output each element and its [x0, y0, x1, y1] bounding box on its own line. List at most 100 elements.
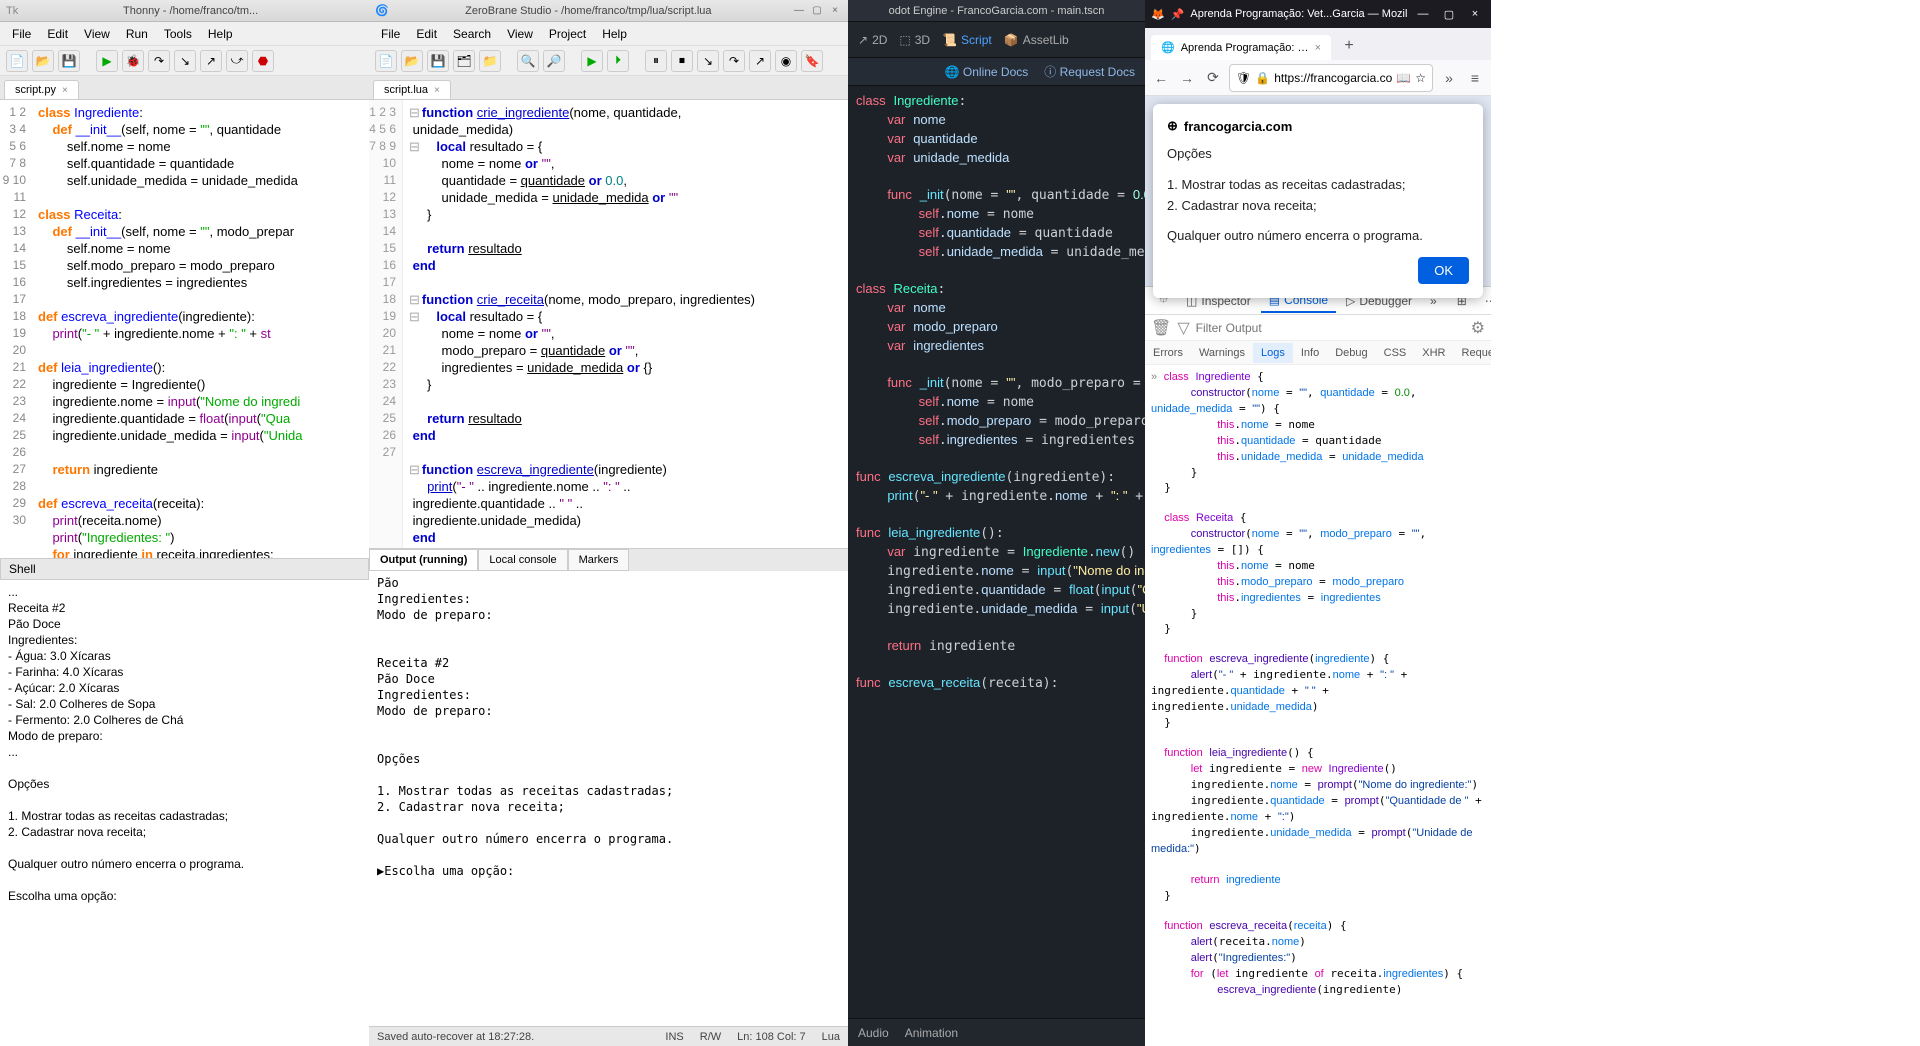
- open-file-icon[interactable]: 📂: [401, 50, 423, 72]
- menu-run[interactable]: Run: [118, 27, 156, 41]
- firefox-tab[interactable]: 🌐 Aprenda Programação: Vetor ×: [1151, 35, 1331, 60]
- open-file-icon[interactable]: 📂: [32, 50, 54, 72]
- debug-icon[interactable]: 🐞: [122, 50, 144, 72]
- settings-icon[interactable]: ⚙: [1471, 318, 1485, 338]
- subtab-info[interactable]: Info: [1293, 343, 1327, 363]
- subtab-css[interactable]: CSS: [1376, 343, 1415, 363]
- resume-icon[interactable]: ⤻: [226, 50, 248, 72]
- tab-local-console[interactable]: Local console: [478, 549, 567, 571]
- bookmark-icon[interactable]: 🔖: [801, 50, 823, 72]
- tab-animation[interactable]: Animation: [905, 1026, 958, 1040]
- zerobrane-console[interactable]: Pão Ingredientes: Modo de preparo: Recei…: [369, 571, 848, 1027]
- thonny-shell-title[interactable]: Shell: [0, 558, 369, 580]
- thonny-code[interactable]: class Ingrediente: def __init__(self, no…: [32, 100, 369, 558]
- step-into-icon[interactable]: ↘: [174, 50, 196, 72]
- overflow-icon[interactable]: »: [1439, 66, 1459, 90]
- stop-icon[interactable]: ⬣: [252, 50, 274, 72]
- devtools-console[interactable]: » class Ingrediente { constructor(nome =…: [1145, 365, 1491, 1046]
- tab-markers[interactable]: Markers: [568, 549, 630, 571]
- zerobrane-code[interactable]: ⊟function crie_ingrediente(nome, quantid…: [403, 100, 848, 548]
- godot-code[interactable]: class Ingrediente: var nome var quantida…: [848, 86, 1145, 1018]
- forward-icon[interactable]: →: [1177, 66, 1197, 90]
- save-icon[interactable]: 💾: [427, 50, 449, 72]
- project-icon[interactable]: 📁: [479, 50, 501, 72]
- menu-icon[interactable]: ≡: [1465, 66, 1485, 90]
- subtab-warnings[interactable]: Warnings: [1191, 343, 1253, 363]
- globe-icon: ⊕: [1167, 118, 1178, 134]
- replace-icon[interactable]: 🔎: [543, 50, 565, 72]
- thonny-titlebar[interactable]: Tk Thonny - /home/franco/tm...: [0, 0, 369, 22]
- tab-3d[interactable]: ⬚ 3D: [899, 33, 930, 47]
- zerobrane-titlebar[interactable]: 🌀 ZeroBrane Studio - /home/franco/tmp/lu…: [369, 0, 848, 22]
- thonny-tab-script[interactable]: script.py ×: [4, 80, 79, 99]
- close-icon[interactable]: ×: [1315, 42, 1321, 54]
- step-into-icon[interactable]: ↘: [697, 50, 719, 72]
- url-input[interactable]: 🛡 🔒 https://francogarcia.co 📖 ☆: [1229, 64, 1433, 92]
- ok-button[interactable]: OK: [1418, 257, 1469, 284]
- pin-icon[interactable]: 📌: [1171, 8, 1185, 21]
- maximize-icon[interactable]: ▢: [810, 4, 824, 18]
- step-over-icon[interactable]: ↷: [148, 50, 170, 72]
- minimize-icon[interactable]: —: [1413, 8, 1433, 20]
- break-icon[interactable]: ⏸: [645, 50, 667, 72]
- subtab-debug[interactable]: Debug: [1327, 343, 1375, 363]
- step-out-icon[interactable]: ↗: [200, 50, 222, 72]
- reader-icon[interactable]: 📖: [1396, 71, 1411, 85]
- zerobrane-bottom-tabs: Output (running) Local console Markers: [369, 548, 848, 571]
- menu-help[interactable]: Help: [200, 27, 241, 41]
- close-icon[interactable]: ×: [1465, 8, 1485, 20]
- menu-file[interactable]: File: [373, 27, 408, 41]
- save-all-icon[interactable]: 🗂: [453, 50, 475, 72]
- tab-assetlib[interactable]: 📦 AssetLib: [1004, 33, 1069, 47]
- back-icon[interactable]: ←: [1151, 66, 1171, 90]
- run-icon[interactable]: ▶: [96, 50, 118, 72]
- close-icon[interactable]: ×: [828, 4, 842, 18]
- tab-2d[interactable]: ↗ 2D: [858, 33, 887, 47]
- menu-project[interactable]: Project: [541, 27, 594, 41]
- save-icon[interactable]: 💾: [58, 50, 80, 72]
- thonny-shell[interactable]: ... Receita #2 Pão Doce Ingredientes: - …: [0, 580, 369, 1046]
- subtab-errors[interactable]: Errors: [1145, 343, 1191, 363]
- menu-tools[interactable]: Tools: [156, 27, 200, 41]
- tab-output[interactable]: Output (running): [369, 549, 478, 571]
- menu-help[interactable]: Help: [594, 27, 635, 41]
- debug-run-icon[interactable]: ⏵: [607, 50, 629, 72]
- tab-audio[interactable]: Audio: [858, 1026, 889, 1040]
- tab-script[interactable]: 📜 Script: [942, 33, 992, 47]
- find-icon[interactable]: 🔍: [517, 50, 539, 72]
- thonny-gutter: 1 2 3 4 5 6 7 8 9 10 11 12 13 14 15 16 1…: [0, 100, 32, 558]
- new-file-icon[interactable]: 📄: [6, 50, 28, 72]
- shield-icon[interactable]: 🛡: [1236, 71, 1251, 85]
- breakpoint-icon[interactable]: ◉: [775, 50, 797, 72]
- step-out-icon[interactable]: ↗: [749, 50, 771, 72]
- new-file-icon[interactable]: 📄: [375, 50, 397, 72]
- zerobrane-tab-script[interactable]: script.lua ×: [373, 80, 451, 99]
- minimize-icon[interactable]: —: [792, 4, 806, 18]
- close-icon[interactable]: ×: [62, 85, 68, 96]
- trash-icon[interactable]: 🗑: [1151, 318, 1171, 338]
- step-over-icon[interactable]: ↷: [723, 50, 745, 72]
- stop-icon[interactable]: ⏹: [671, 50, 693, 72]
- thonny-code-area[interactable]: 1 2 3 4 5 6 7 8 9 10 11 12 13 14 15 16 1…: [0, 100, 369, 558]
- filter-input[interactable]: [1196, 321, 1465, 335]
- online-docs-link[interactable]: 🌐 Online Docs: [945, 65, 1029, 79]
- new-tab-button[interactable]: +: [1335, 32, 1363, 60]
- maximize-icon[interactable]: ▢: [1439, 8, 1459, 21]
- firefox-titlebar[interactable]: 🦊 📌 Aprenda Programação: Vet...Garcia — …: [1145, 0, 1491, 28]
- bookmark-icon[interactable]: ☆: [1415, 71, 1426, 85]
- menu-edit[interactable]: Edit: [408, 27, 445, 41]
- menu-file[interactable]: File: [4, 27, 39, 41]
- zerobrane-code-area[interactable]: 1 2 3 4 5 6 7 8 9 10 11 12 13 14 15 16 1…: [369, 100, 848, 548]
- menu-view[interactable]: View: [499, 27, 541, 41]
- subtab-requests[interactable]: Requests: [1454, 343, 1491, 363]
- subtab-xhr[interactable]: XHR: [1414, 343, 1453, 363]
- reload-icon[interactable]: ⟳: [1203, 66, 1223, 90]
- subtab-logs[interactable]: Logs: [1253, 343, 1293, 363]
- menu-edit[interactable]: Edit: [39, 27, 76, 41]
- menu-view[interactable]: View: [76, 27, 118, 41]
- godot-titlebar[interactable]: odot Engine - FrancoGarcia.com - main.ts…: [848, 0, 1145, 22]
- run-icon[interactable]: ▶: [581, 50, 603, 72]
- close-icon[interactable]: ×: [434, 85, 440, 96]
- menu-search[interactable]: Search: [445, 27, 499, 41]
- request-docs-link[interactable]: ⓘ Request Docs: [1044, 63, 1135, 80]
